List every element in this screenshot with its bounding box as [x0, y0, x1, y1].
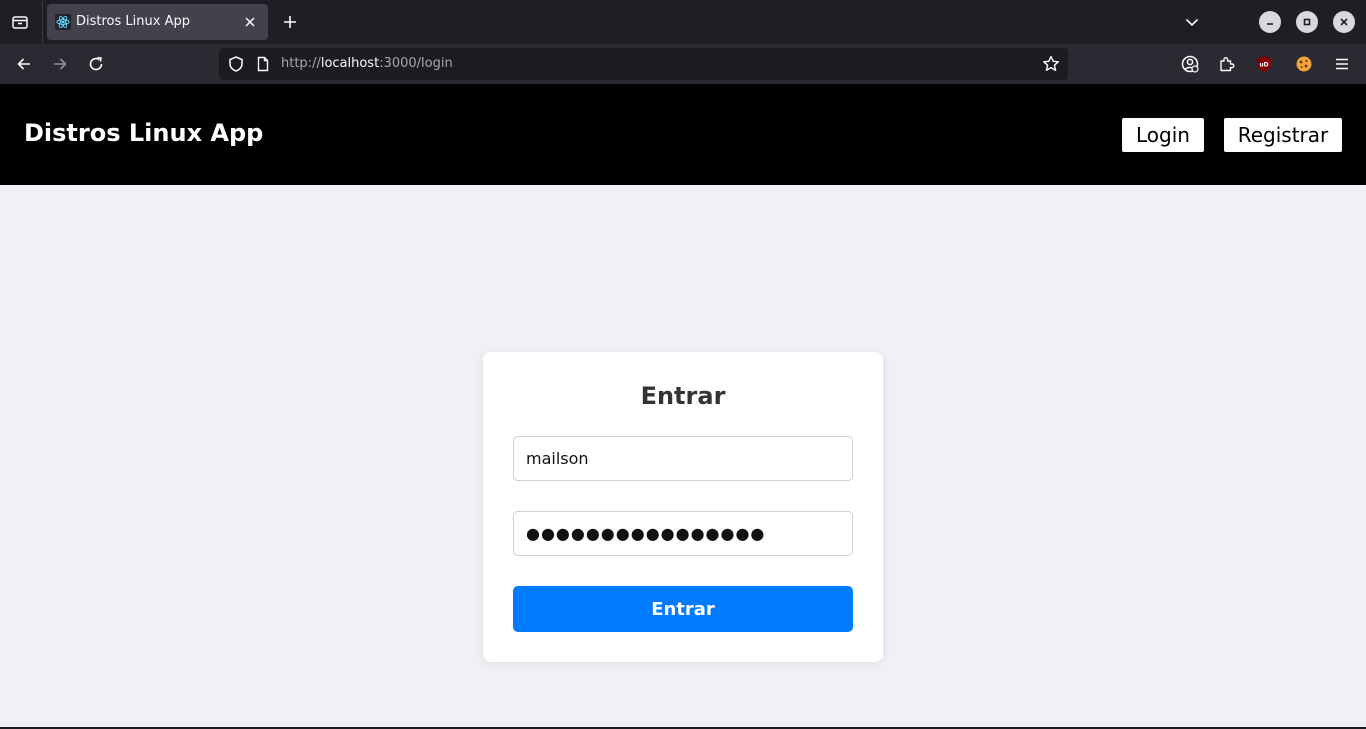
browser-tab[interactable]: Distros Linux App — [47, 4, 268, 40]
star-icon[interactable] — [1041, 54, 1061, 74]
minimize-icon[interactable] — [1259, 11, 1281, 33]
login-button[interactable]: Login — [1122, 118, 1204, 152]
page-icon[interactable] — [255, 56, 271, 72]
url-text[interactable]: http://localhost:3000/login — [281, 56, 453, 71]
ublock-icon[interactable]: uD — [1252, 52, 1276, 76]
puzzle-icon[interactable] — [1215, 52, 1239, 76]
svg-text:uD: uD — [1259, 62, 1268, 69]
hamburger-icon[interactable] — [1330, 52, 1354, 76]
url-path: :3000/login — [379, 56, 453, 71]
login-title: Entrar — [640, 382, 726, 410]
url-bar[interactable]: http://localhost:3000/login — [219, 48, 1068, 80]
register-button[interactable]: Registrar — [1224, 118, 1342, 152]
password-input[interactable] — [513, 511, 853, 556]
tab-list-icon[interactable] — [8, 10, 32, 34]
cookie-icon[interactable] — [1292, 52, 1316, 76]
react-icon — [55, 14, 71, 30]
close-icon[interactable] — [240, 12, 260, 32]
chevron-down-icon[interactable] — [1180, 10, 1204, 34]
browser-tab-bar: Distros Linux App — [0, 0, 1366, 44]
tab-separator — [42, 0, 43, 44]
username-input[interactable] — [513, 436, 853, 481]
shield-icon[interactable] — [227, 55, 245, 73]
url-host: localhost — [320, 56, 380, 71]
plus-icon[interactable] — [278, 10, 302, 34]
browser-nav-bar: http://localhost:3000/login uD — [0, 44, 1366, 84]
submit-button[interactable]: Entrar — [513, 586, 853, 632]
app-brand[interactable]: Distros Linux App — [24, 119, 263, 147]
url-scheme: http:// — [281, 56, 321, 71]
arrow-left-icon[interactable] — [12, 52, 36, 76]
login-card: Entrar Entrar — [483, 352, 883, 662]
account-icon[interactable] — [1178, 52, 1202, 76]
tab-title: Distros Linux App — [76, 14, 190, 29]
maximize-icon[interactable] — [1296, 11, 1318, 33]
app-header: Distros Linux App Login Registrar — [0, 84, 1366, 185]
reload-icon[interactable] — [84, 52, 108, 76]
close-window-icon[interactable] — [1333, 11, 1355, 33]
arrow-right-icon[interactable] — [48, 52, 72, 76]
